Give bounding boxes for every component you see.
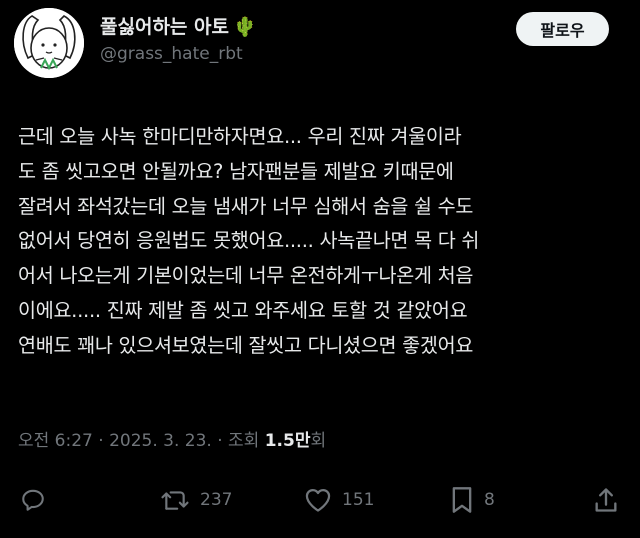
avatar[interactable] xyxy=(14,8,84,78)
like-button[interactable]: 151 xyxy=(304,480,374,520)
display-name-text: 풀싫어하는 아토 xyxy=(100,16,229,38)
rabbit-avatar-icon xyxy=(14,8,84,78)
share-button[interactable] xyxy=(594,480,618,520)
tweet-line: 어서 나오는게 기본이었는데 너무 온전하게ㅜ나온게 처음 xyxy=(18,264,474,288)
action-bar: 237 151 8 xyxy=(0,480,640,520)
tweet-line: 도 좀 씻고오면 안될까요? 남자팬분들 제발요 키때문에 xyxy=(18,159,454,183)
tweet-time[interactable]: 오전 6:27 xyxy=(18,431,93,451)
tweet-meta: 오전 6:27 · 2025. 3. 23. · 조회 1.5만회 xyxy=(18,426,326,451)
separator: · xyxy=(211,431,229,451)
tweet-line: 연배도 꽤나 있으셔보였는데 잘씻고 다니셨으면 좋겠어요 xyxy=(18,333,474,357)
tweet-date[interactable]: 2025. 3. 23. xyxy=(109,431,212,451)
reply-button[interactable] xyxy=(20,480,46,520)
user-handle[interactable]: @grass_hate_rbt xyxy=(100,44,243,64)
tweet-line: 없어서 당연히 응원법도 못했어요..... 사녹끝나면 목 다 쉬 xyxy=(18,229,480,253)
views-suffix: 회 xyxy=(310,431,327,451)
reply-icon xyxy=(22,489,44,511)
retweet-button[interactable]: 237 xyxy=(160,480,232,520)
tweet-line: 근데 오늘 사녹 한마디만하자면요... 우리 진짜 겨울이라 xyxy=(18,125,462,148)
views-prefix: 조회 xyxy=(228,431,265,451)
bookmark-button[interactable]: 8 xyxy=(450,480,495,520)
tweet-line: 이에요..... 진짜 제발 좀 씻고 와주세요 토할 것 같았어요 xyxy=(18,298,468,322)
follow-button[interactable]: 팔로우 xyxy=(516,12,609,46)
tweet-line: 잘려서 좌석갔는데 오늘 냄새가 너무 심해서 숨을 쉴 수도 xyxy=(18,194,474,218)
bookmark-count: 8 xyxy=(484,490,495,510)
heart-icon xyxy=(305,488,331,512)
separator: · xyxy=(92,431,110,451)
share-icon xyxy=(595,488,617,512)
views-count[interactable]: 1.5만 xyxy=(265,431,311,451)
retweet-count: 237 xyxy=(200,490,233,510)
bookmark-icon xyxy=(452,487,472,513)
display-name[interactable]: 풀싫어하는 아토 🌵 xyxy=(100,12,257,39)
retweet-icon xyxy=(161,491,189,510)
like-count: 151 xyxy=(342,490,375,510)
tweet-text: 근데 오늘 사녹 한마디만하자면요... 우리 진짜 겨울이라 도 좀 씻고오면… xyxy=(18,120,630,364)
cactus-icon: 🌵 xyxy=(232,16,257,38)
